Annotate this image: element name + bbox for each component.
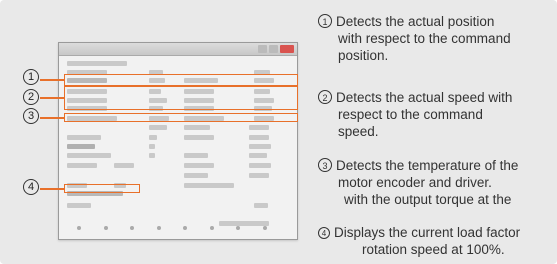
blurred-row bbox=[184, 153, 208, 158]
description-2: 2 Detects the actual speed with respect t… bbox=[318, 89, 548, 140]
blurred-row bbox=[249, 173, 269, 178]
blurred-row bbox=[249, 135, 269, 140]
description-3: 3 Detects the temperature of the motor en… bbox=[318, 157, 548, 208]
blurred-row bbox=[149, 135, 157, 140]
blurred-row bbox=[67, 203, 91, 208]
blurred-row bbox=[254, 203, 268, 208]
highlight-box-4 bbox=[64, 184, 140, 193]
blurred-row bbox=[114, 163, 134, 168]
description-4: 4 Displays the current load factor rotati… bbox=[318, 224, 548, 258]
description-1-line-3: position. bbox=[338, 48, 389, 63]
description-1-line-1: Detects the actual position bbox=[336, 14, 495, 29]
blurred-row bbox=[67, 135, 101, 140]
blurred-row bbox=[149, 144, 155, 149]
callout-1: 1 bbox=[23, 69, 39, 85]
blurred-row bbox=[184, 163, 214, 168]
blurred-row bbox=[184, 135, 214, 140]
blurred-row bbox=[249, 163, 271, 168]
blurred-row bbox=[249, 125, 269, 130]
blurred-row bbox=[67, 144, 95, 149]
description-3-number: 3 bbox=[318, 158, 332, 172]
callout-2: 2 bbox=[23, 89, 39, 105]
software-window-screenshot bbox=[58, 42, 298, 240]
callout-2-line bbox=[40, 97, 64, 99]
description-2-line-2: respect to the command bbox=[338, 107, 483, 122]
close-icon bbox=[280, 45, 294, 53]
description-4-line-1: Displays the current load factor bbox=[334, 225, 521, 240]
blurred-row bbox=[149, 125, 167, 130]
description-3-line-2: motor encoder and driver. bbox=[338, 175, 492, 190]
description-2-line-1: Detects the actual speed with bbox=[336, 90, 513, 105]
description-1-number: 1 bbox=[318, 14, 332, 28]
callout-4-line bbox=[40, 188, 64, 190]
description-2-number: 2 bbox=[318, 90, 332, 104]
callout-3-line bbox=[40, 117, 64, 119]
highlight-box-2 bbox=[64, 85, 298, 110]
blurred-row bbox=[149, 153, 155, 158]
window-titlebar bbox=[59, 43, 297, 56]
callout-3: 3 bbox=[23, 108, 39, 124]
blurred-row bbox=[249, 153, 267, 158]
description-1: 1 Detects the actual position with respec… bbox=[318, 13, 548, 64]
highlight-box-3 bbox=[64, 113, 298, 122]
blurred-row bbox=[67, 61, 127, 66]
slider-ticks bbox=[77, 226, 267, 231]
blurred-row bbox=[67, 153, 111, 158]
blurred-row bbox=[67, 163, 97, 168]
callout-4: 4 bbox=[23, 179, 39, 195]
description-4-line-2: rotation speed at 100%. bbox=[362, 242, 505, 257]
blurred-row bbox=[184, 183, 234, 188]
blurred-row bbox=[249, 144, 271, 149]
description-3-overlap-line: with the output torque at the bbox=[344, 192, 512, 207]
description-2-line-3: speed. bbox=[338, 124, 379, 139]
blurred-row bbox=[184, 125, 210, 130]
minimize-icon bbox=[258, 45, 267, 53]
description-4-number: 4 bbox=[318, 227, 330, 239]
description-1-line-2: with respect to the command bbox=[338, 31, 511, 46]
blurred-row bbox=[219, 221, 269, 226]
blurred-row bbox=[184, 173, 208, 178]
illustration-panel: 1 2 3 4 1 Detects the actual position wit… bbox=[0, 0, 557, 264]
description-3-line-1: Detects the temperature of the bbox=[336, 158, 519, 173]
callout-1-line bbox=[40, 79, 64, 81]
maximize-icon bbox=[269, 45, 278, 53]
